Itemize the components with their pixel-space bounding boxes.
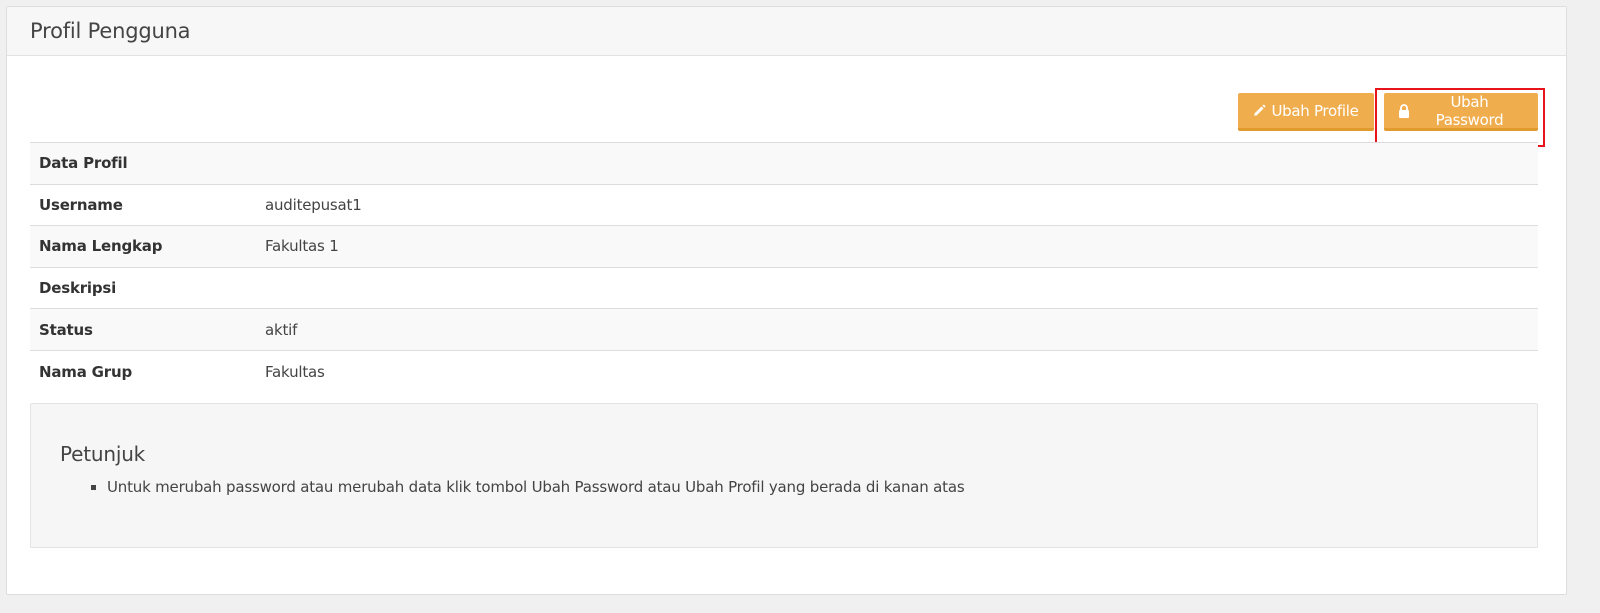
page-title: Profil Pengguna <box>30 19 191 43</box>
edit-profile-button[interactable]: Ubah Profile <box>1238 93 1374 131</box>
edit-profile-label: Ubah Profile <box>1271 101 1359 120</box>
lock-icon <box>1398 103 1410 118</box>
hint-title: Petunjuk <box>60 442 146 466</box>
row-value: Fakultas <box>256 349 1538 393</box>
row-value: aktif <box>256 308 1538 351</box>
hint-box: Petunjuk Untuk merubah password atau mer… <box>30 403 1538 548</box>
change-password-label: Ubah Password <box>1435 92 1504 129</box>
hint-list: Untuk merubah password atau merubah data… <box>60 478 1508 496</box>
row-label: Deskripsi <box>30 266 256 309</box>
table-row: Nama Grup Fakultas <box>30 349 1538 393</box>
row-value: auditepusat1 <box>256 183 1538 226</box>
section-header: Data Profil <box>30 142 1538 185</box>
list-item: Untuk merubah password atau merubah data… <box>107 478 1508 496</box>
table-row: Deskripsi <box>30 266 1538 309</box>
table-row: Username auditepusat1 <box>30 183 1538 226</box>
action-toolbar: Ubah Profile Ubah Password <box>1238 93 1538 131</box>
table-row: Nama Lengkap Fakultas 1 <box>30 225 1538 268</box>
row-value: Fakultas 1 <box>256 225 1538 268</box>
row-label: Nama Lengkap <box>30 225 256 268</box>
pencil-icon <box>1253 104 1266 117</box>
row-label: Status <box>30 308 256 351</box>
row-value <box>256 266 1538 309</box>
profile-table: Data Profil Username auditepusat1 Nama L… <box>30 142 1538 393</box>
table-row: Status aktif <box>30 308 1538 351</box>
row-label: Nama Grup <box>30 349 256 393</box>
row-label: Username <box>30 183 256 226</box>
profile-panel: Profil Pengguna Ubah Profile Ubah Passwo… <box>6 6 1567 595</box>
change-password-button[interactable]: Ubah Password <box>1384 93 1538 131</box>
panel-heading: Profil Pengguna <box>7 7 1566 56</box>
table-row: Data Profil <box>30 142 1538 185</box>
